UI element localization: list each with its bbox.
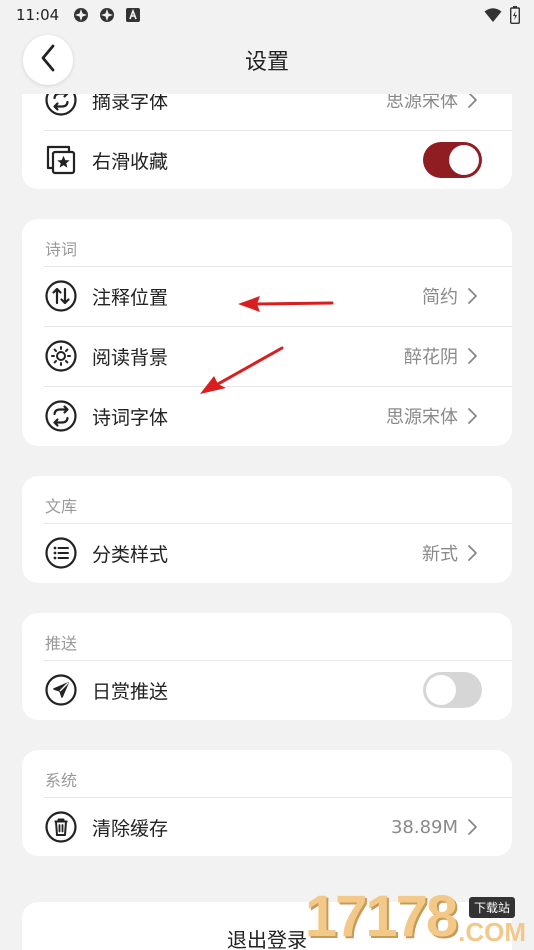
setting-row-clear-cache[interactable]: 清除缓存 38.89M — [22, 797, 512, 856]
battery-icon — [509, 6, 521, 28]
header: 设置 — [0, 30, 534, 94]
watermark-tag: 下载站 — [469, 897, 516, 918]
section-label-poem: 诗词 — [45, 240, 78, 259]
swipe-favorite-toggle[interactable] — [423, 142, 482, 178]
watermark-number: 17178 — [304, 884, 458, 949]
setting-value: 新式 — [422, 544, 458, 565]
setting-label: 分类样式 — [92, 543, 169, 566]
status-bar: 11:04 — [0, 0, 534, 30]
daily-push-toggle[interactable] — [423, 672, 482, 708]
chevron-right-icon — [466, 544, 480, 562]
sort-arrows-icon — [44, 279, 78, 313]
toggle-knob — [426, 675, 456, 705]
setting-value: 简约 — [422, 287, 458, 308]
settings-card-poem: 诗词 注释位置 简约 阅读背景 醉花阴 诗词字体 思源宋体 — [22, 219, 512, 446]
watermark-suffix: .COM — [458, 917, 526, 947]
setting-value: 醉花阴 — [404, 347, 458, 368]
app-notification-icon — [73, 7, 89, 23]
setting-row-swipe-favorite: 右滑收藏 — [22, 130, 512, 189]
setting-label: 右滑收藏 — [92, 150, 169, 173]
toggle-knob — [449, 145, 479, 175]
sun-icon — [44, 339, 78, 373]
settings-card-library: 文库 分类样式 新式 — [22, 476, 512, 583]
watermark-side: 下载站 .COM — [458, 897, 526, 946]
setting-label: 诗词字体 — [92, 406, 169, 429]
annotation-arrow-icon — [238, 296, 334, 312]
chevron-right-icon — [466, 407, 480, 425]
annotation-arrow-icon — [200, 346, 284, 394]
chevron-right-icon — [466, 287, 480, 305]
setting-label: 日赏推送 — [92, 680, 169, 703]
chevron-right-icon — [466, 347, 480, 365]
setting-row-daily-push: 日赏推送 — [22, 660, 512, 720]
page-title: 设置 — [244, 50, 289, 75]
section-label-library: 文库 — [45, 497, 78, 516]
swap-circle-icon — [44, 399, 78, 433]
wifi-icon — [484, 7, 502, 27]
logout-label: 退出登录 — [227, 928, 307, 950]
status-time: 11:04 — [16, 6, 60, 24]
list-icon — [44, 536, 78, 570]
a-letter-icon — [125, 7, 141, 23]
chevron-right-icon — [466, 818, 480, 836]
setting-value: 38.89M — [390, 816, 458, 838]
section-label-system: 系统 — [45, 771, 78, 790]
section-label-push: 推送 — [45, 634, 78, 653]
settings-card-system: 系统 清除缓存 38.89M — [22, 750, 512, 856]
trash-icon — [44, 810, 78, 844]
setting-label: 清除缓存 — [92, 817, 169, 840]
setting-row-category-style[interactable]: 分类样式 新式 — [22, 523, 512, 583]
paper-plane-icon — [44, 673, 78, 707]
star-square-icon — [44, 143, 78, 177]
app-notification-icon — [99, 7, 115, 23]
setting-value: 思源宋体 — [386, 407, 458, 428]
settings-card-push: 推送 日赏推送 — [22, 613, 512, 720]
watermark-logo: 17178 下载站 .COM — [304, 884, 526, 949]
